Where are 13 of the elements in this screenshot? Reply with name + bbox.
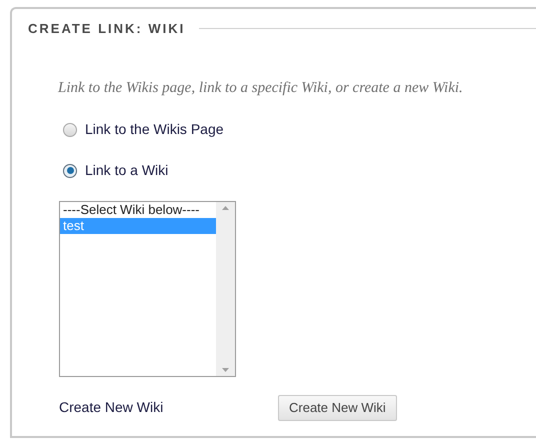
scrollbar[interactable] [216, 202, 235, 376]
list-option[interactable]: ----Select Wiki below---- [60, 202, 216, 218]
create-wiki-button[interactable]: Create New Wiki [278, 395, 397, 421]
create-wiki-label: Create New Wiki [59, 398, 164, 417]
description: Link to the Wikis page, link to a specific Wiki, or create a new Wiki. [58, 78, 464, 98]
panel-title: CREATE LINK: WIKI [28, 20, 186, 38]
radio-button[interactable] [63, 164, 77, 178]
scroll-down-icon[interactable] [222, 368, 229, 372]
wiki-listbox[interactable]: ----Select Wiki below---- test [59, 201, 236, 377]
radio-label: Link to a Wiki [85, 161, 168, 180]
scroll-up-icon[interactable] [222, 206, 229, 210]
radio-label: Link to the Wikis Page [85, 120, 224, 139]
radio-button[interactable] [63, 122, 77, 136]
